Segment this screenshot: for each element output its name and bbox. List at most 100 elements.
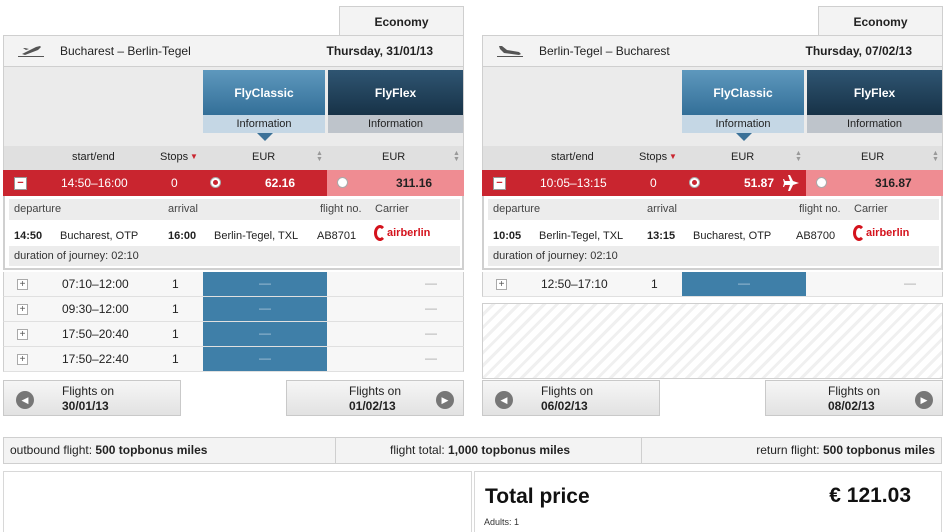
fare-flyflex[interactable]: FlyFlex Information [328, 70, 463, 133]
fare-info-link[interactable]: Information [328, 115, 463, 133]
selected-flight-row[interactable]: − 14:50–16:00 0 62.16 311.16 [3, 170, 464, 196]
expand-icon[interactable]: + [17, 354, 28, 365]
prev-day-button[interactable]: ◀ Flights on 30/01/13 [3, 380, 181, 416]
total-label: Total price [485, 485, 590, 508]
col-eur-classic[interactable]: EUR [252, 151, 275, 163]
fare-name: FlyFlex [807, 70, 942, 115]
nav-label: Flights on [828, 384, 881, 398]
route-date: Thursday, 07/02/13 [805, 44, 913, 58]
outbound-panel: Economy Bucharest – Berlin-Tegel Thursda… [3, 6, 464, 416]
classic-cell: — [203, 272, 327, 296]
flight-row[interactable]: + 17:50–20:40 1 — — [3, 322, 464, 347]
collapse-icon[interactable]: − [493, 177, 506, 190]
flex-price-cell[interactable]: 316.87 [806, 170, 943, 196]
flight-times: 17:50–20:40 [62, 327, 129, 341]
col-eur-flex[interactable]: EUR [382, 151, 405, 163]
col-eur-classic[interactable]: EUR [731, 151, 754, 163]
fare-radio-classic[interactable] [689, 177, 700, 188]
dep-place: Bucharest, OTP [60, 230, 139, 242]
nav-date: 08/02/13 [828, 399, 875, 413]
col-stops[interactable]: Stops [160, 151, 188, 163]
miles-label: outbound flight: [10, 443, 93, 457]
price-flex: 316.87 [875, 176, 912, 190]
flight-times: 09:30–12:00 [62, 302, 129, 316]
cabin-tab[interactable]: Economy [818, 6, 943, 35]
fare-family-area: FlyClassic Information FlyFlex Informati… [3, 67, 464, 146]
cabin-tab[interactable]: Economy [339, 6, 464, 35]
flight-stops: 0 [650, 176, 657, 190]
total-left-area [3, 471, 472, 532]
dep-time: 10:05 [493, 230, 522, 242]
classic-cell: — [203, 322, 327, 346]
arr-place: Berlin-Tegel, TXL [214, 230, 299, 242]
plane-landing-icon [497, 46, 523, 57]
fare-info-link[interactable]: Information [682, 115, 804, 133]
expand-icon[interactable]: + [496, 279, 507, 290]
next-day-button[interactable]: ▶ Flights on 08/02/13 [765, 380, 943, 416]
sort-icon[interactable]: ▲ ▼ [932, 150, 939, 163]
column-header: start/end Stops ▼ EUR ▲ ▼ EUR ▲ ▼ [3, 146, 464, 170]
expand-icon[interactable]: + [17, 279, 28, 290]
sort-desc-icon[interactable]: ▼ [669, 152, 677, 161]
fare-radio-classic[interactable] [210, 177, 221, 188]
sort-icon[interactable]: ▲ ▼ [795, 150, 802, 163]
flight-times: 07:10–12:00 [62, 277, 129, 291]
nav-date: 06/02/13 [541, 399, 588, 413]
journey-duration: duration of journey: 02:10 [488, 246, 939, 266]
fare-radio-flex[interactable] [816, 177, 827, 188]
selected-fare-arrow [736, 133, 752, 141]
dep-place: Berlin-Tegel, TXL [539, 230, 624, 242]
detail-header: departure arrival flight no. Carrier [488, 199, 939, 220]
price-classic: 51.87 [744, 176, 775, 190]
flight-row[interactable]: + 09:30–12:00 1 — — [3, 297, 464, 322]
flight-no: AB8700 [796, 230, 836, 242]
expand-icon[interactable]: + [17, 304, 28, 315]
route-header: Berlin-Tegel – Bucharest Thursday, 07/02… [482, 35, 943, 67]
flight-stops: 1 [172, 302, 179, 316]
flight-stops: 1 [172, 327, 179, 341]
flight-row[interactable]: + 17:50–22:40 1 — — [3, 347, 464, 372]
route-header: Bucharest – Berlin-Tegel Thursday, 31/01… [3, 35, 464, 67]
total-miles: flight total: 1,000 topbonus miles [384, 438, 576, 463]
airberlin-logo: airberlin [374, 225, 430, 241]
fare-radio-flex[interactable] [337, 177, 348, 188]
expand-icon[interactable]: + [17, 329, 28, 340]
detail-label: arrival [647, 203, 677, 215]
journey-duration: duration of journey: 02:10 [9, 246, 460, 266]
fare-flyflex[interactable]: FlyFlex Information [807, 70, 942, 133]
fare-flyclassic[interactable]: FlyClassic Information [203, 70, 325, 133]
miles-value: 500 topbonus miles [95, 443, 208, 457]
miles-label: return flight: [756, 443, 820, 457]
flex-cell: — [425, 276, 437, 290]
detail-label: flight no. [799, 203, 841, 215]
sort-icon[interactable]: ▲ ▼ [453, 150, 460, 163]
fare-name: FlyFlex [328, 70, 463, 115]
flex-price-cell[interactable]: 311.16 [327, 170, 464, 196]
selected-flight-row[interactable]: − 10:05–13:15 0 51.87 316.87 [482, 170, 943, 196]
col-startend[interactable]: start/end [72, 151, 115, 163]
fare-info-link[interactable]: Information [807, 115, 942, 133]
adults-count: Adults: 1 [484, 517, 520, 527]
flight-no: AB8701 [317, 230, 357, 242]
sort-icon[interactable]: ▲ ▼ [316, 150, 323, 163]
col-eur-flex[interactable]: EUR [861, 151, 884, 163]
fare-name: FlyClassic [203, 70, 325, 115]
flight-row[interactable]: + 12:50–17:10 1 — — [482, 272, 943, 297]
fare-info-link[interactable]: Information [203, 115, 325, 133]
outbound-miles: outbound flight: 500 topbonus miles [4, 438, 213, 463]
fare-family-area: FlyClassic Information FlyFlex Informati… [482, 67, 943, 146]
route-name: Bucharest – Berlin-Tegel [60, 44, 191, 58]
detail-label: Carrier [375, 203, 409, 215]
sort-desc-icon[interactable]: ▼ [190, 152, 198, 161]
next-day-button[interactable]: ▶ Flights on 01/02/13 [286, 380, 464, 416]
column-header: start/end Stops ▼ EUR ▲ ▼ EUR ▲ ▼ [482, 146, 943, 170]
col-stops[interactable]: Stops [639, 151, 667, 163]
fare-flyclassic[interactable]: FlyClassic Information [682, 70, 804, 133]
flight-row[interactable]: + 07:10–12:00 1 — — [3, 272, 464, 297]
dep-time: 14:50 [14, 230, 43, 242]
route-name: Berlin-Tegel – Bucharest [539, 44, 670, 58]
classic-cell: — [682, 272, 806, 296]
prev-day-button[interactable]: ◀ Flights on 06/02/13 [482, 380, 660, 416]
collapse-icon[interactable]: − [14, 177, 27, 190]
col-startend[interactable]: start/end [551, 151, 594, 163]
